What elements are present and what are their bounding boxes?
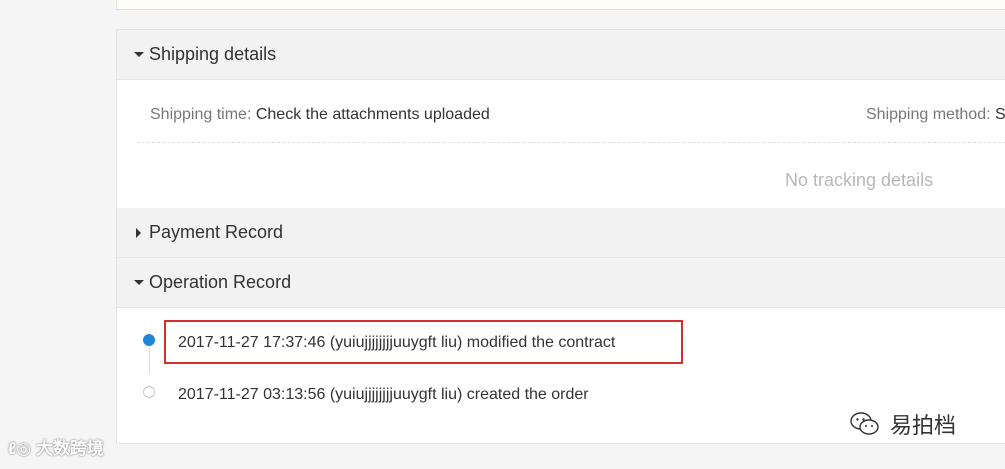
operation-record-item: 2017-11-27 03:13:56 (yuiujjjjjjjjuuygft … (178, 386, 589, 403)
timeline-dot-active (143, 334, 155, 346)
operation-record-header[interactable]: Operation Record (117, 258, 1005, 308)
shipping-time-label: Shipping time: (150, 106, 252, 123)
timeline-connector (149, 348, 150, 374)
notice-strip (116, 0, 1005, 10)
payment-record-header[interactable]: Payment Record (117, 208, 1005, 258)
shipping-method-value: S (994, 106, 1005, 123)
watermark-right-text: 易拍档 (890, 413, 957, 438)
shipping-method: Shipping method: S (866, 106, 1005, 124)
caret-right-icon (136, 227, 141, 238)
wechat-icon (850, 412, 879, 435)
caret-down-icon (134, 280, 144, 285)
shipping-info-row: Shipping time: Check the attachments upl… (137, 79, 1005, 143)
order-detail-panel: Shipping details Shipping time: Check th… (116, 29, 1005, 444)
no-tracking-text: No tracking details (785, 170, 934, 190)
timeline-dot (143, 386, 155, 398)
operation-record-title: Operation Record (149, 272, 292, 292)
shipping-time: Shipping time: Check the attachments upl… (150, 106, 490, 124)
watermark-left-text: 大数跨境 (35, 439, 104, 458)
watermark-left: ℓ◎ 大数跨境 (8, 434, 104, 459)
shipping-time-value: Check the attachments uploaded (255, 106, 490, 123)
shipping-method-label: Shipping method: (866, 106, 991, 123)
shipping-details-header[interactable]: Shipping details (117, 30, 1005, 80)
watermark-right: 易拍档 (850, 410, 956, 438)
caret-down-icon (134, 52, 144, 57)
payment-record-title: Payment Record (149, 222, 284, 242)
highlight-annotation-box (164, 320, 683, 364)
watermark-logo-icon: ℓ◎ (8, 439, 32, 458)
shipping-details-title: Shipping details (149, 44, 277, 64)
